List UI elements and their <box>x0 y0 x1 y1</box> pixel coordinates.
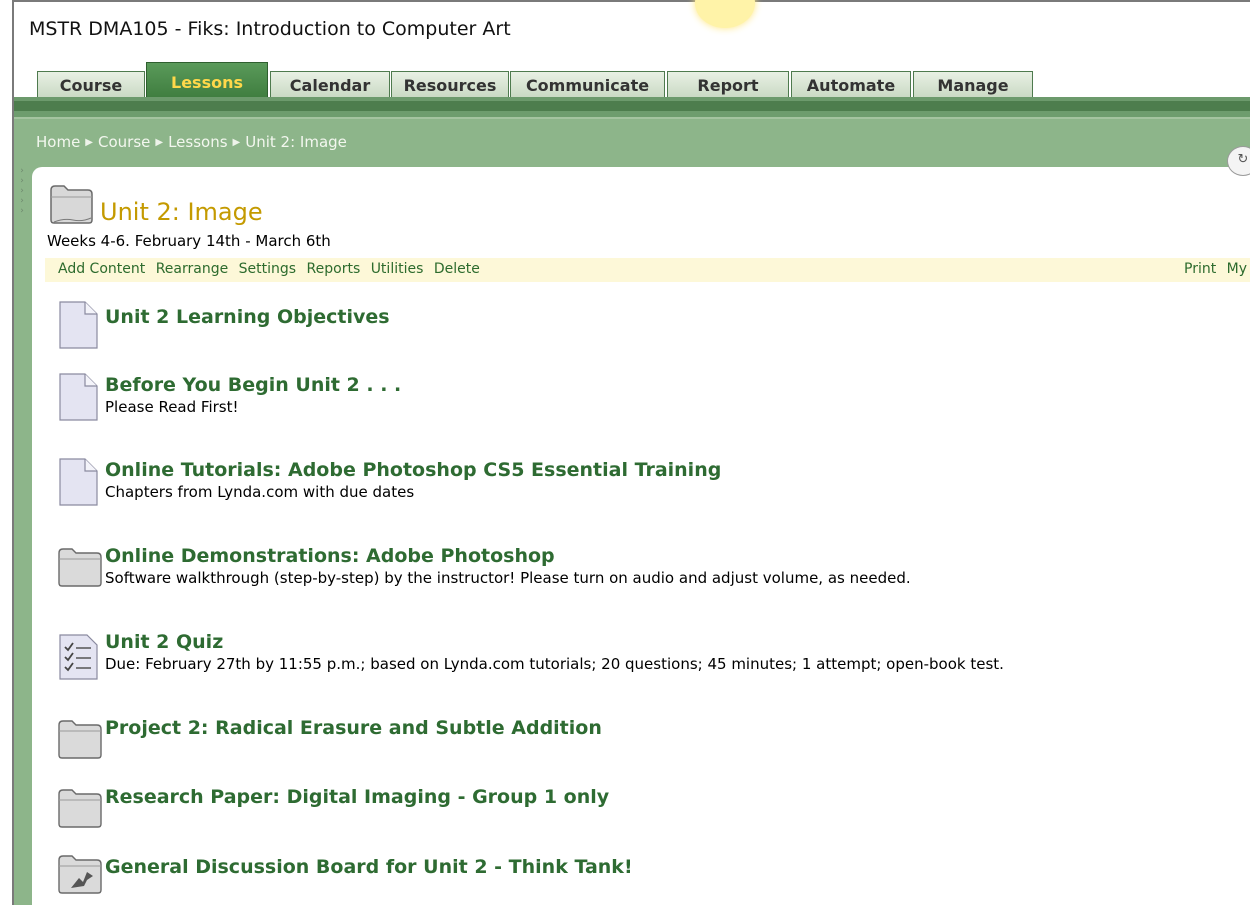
action-bar: Add Content Rearrange Settings Reports U… <box>45 258 1250 282</box>
item-description: Software walkthrough (step-by-step) by t… <box>105 569 911 587</box>
folder-icon <box>48 182 94 228</box>
item-title[interactable]: Before You Begin Unit 2 . . . <box>105 374 401 396</box>
item-title[interactable]: Unit 2 Learning Objectives <box>105 306 390 328</box>
list-item[interactable]: Project 2: Radical Erasure and Subtle Ad… <box>57 715 1247 775</box>
list-item[interactable]: General Discussion Board for Unit 2 - Th… <box>57 850 1247 910</box>
tab-course[interactable]: Course <box>37 71 145 98</box>
breadcrumb-arrow-icon: ▶ <box>155 137 164 148</box>
tab-automate[interactable]: Automate <box>791 71 911 98</box>
list-item[interactable]: Before You Begin Unit 2 . . . Please Rea… <box>57 372 1247 432</box>
settings-link[interactable]: Settings <box>239 261 296 277</box>
course-title: MSTR DMA105 - Fiks: Introduction to Comp… <box>29 18 511 40</box>
tab-resources[interactable]: Resources <box>391 71 509 98</box>
item-title[interactable]: Research Paper: Digital Imaging - Group … <box>105 786 609 808</box>
reports-link[interactable]: Reports <box>307 261 361 277</box>
tab-manage[interactable]: Manage <box>913 71 1033 98</box>
breadcrumb-current: Unit 2: Image <box>245 133 347 151</box>
item-description: Chapters from Lynda.com with due dates <box>105 483 415 501</box>
breadcrumb-arrow-icon: ▶ <box>232 137 241 148</box>
delete-link[interactable]: Delete <box>434 261 480 277</box>
add-content-link[interactable]: Add Content <box>58 261 145 277</box>
print-link[interactable]: Print <box>1184 261 1216 277</box>
item-title[interactable]: Project 2: Radical Erasure and Subtle Ad… <box>105 717 602 739</box>
breadcrumb-lessons[interactable]: Lessons <box>168 133 227 151</box>
folder-icon <box>57 786 103 832</box>
my-notes-link[interactable]: My N <box>1227 261 1250 277</box>
tab-lessons[interactable]: Lessons <box>146 62 268 98</box>
tab-bar-stripe <box>14 101 1250 111</box>
utilities-link[interactable]: Utilities <box>371 261 424 277</box>
chevron-right-icon: › › › › › <box>20 166 24 216</box>
list-item[interactable]: Unit 2 Learning Objectives <box>57 300 1247 360</box>
item-description: Please Read First! <box>105 398 239 416</box>
page-title: Unit 2: Image <box>100 198 263 226</box>
quiz-icon <box>57 633 99 685</box>
tab-communicate[interactable]: Communicate <box>510 71 665 98</box>
folder-icon <box>57 545 103 591</box>
breadcrumb: Home ▶ Course ▶ Lessons ▶ Unit 2: Image <box>36 133 347 151</box>
unit-dates: Weeks 4-6. February 14th - March 6th <box>47 232 331 250</box>
rearrange-link[interactable]: Rearrange <box>156 261 229 277</box>
item-title[interactable]: Online Demonstrations: Adobe Photoshop <box>105 545 555 567</box>
breadcrumb-home[interactable]: Home <box>36 133 80 151</box>
breadcrumb-arrow-icon: ▶ <box>85 137 93 148</box>
document-icon <box>57 300 99 354</box>
item-title[interactable]: General Discussion Board for Unit 2 - Th… <box>105 856 633 878</box>
list-item[interactable]: Online Tutorials: Adobe Photoshop CS5 Es… <box>57 457 1247 517</box>
discussion-folder-icon <box>57 852 103 898</box>
document-icon <box>57 372 99 426</box>
item-title[interactable]: Online Tutorials: Adobe Photoshop CS5 Es… <box>105 459 721 481</box>
item-description: Due: February 27th by 11:55 p.m.; based … <box>105 655 1004 673</box>
item-title[interactable]: Unit 2 Quiz <box>105 631 223 653</box>
document-icon <box>57 457 99 511</box>
tab-calendar[interactable]: Calendar <box>270 71 390 98</box>
folder-icon <box>57 717 103 763</box>
breadcrumb-course[interactable]: Course <box>98 133 150 151</box>
list-item[interactable]: Online Demonstrations: Adobe Photoshop S… <box>57 543 1247 603</box>
list-item[interactable]: Unit 2 Quiz Due: February 27th by 11:55 … <box>57 629 1247 689</box>
tab-report[interactable]: Report <box>667 71 789 98</box>
list-item[interactable]: Research Paper: Digital Imaging - Group … <box>57 784 1247 844</box>
collapse-sidebar-handle[interactable]: › › › › › <box>15 166 29 226</box>
refresh-icon: ↻ <box>1237 152 1249 167</box>
